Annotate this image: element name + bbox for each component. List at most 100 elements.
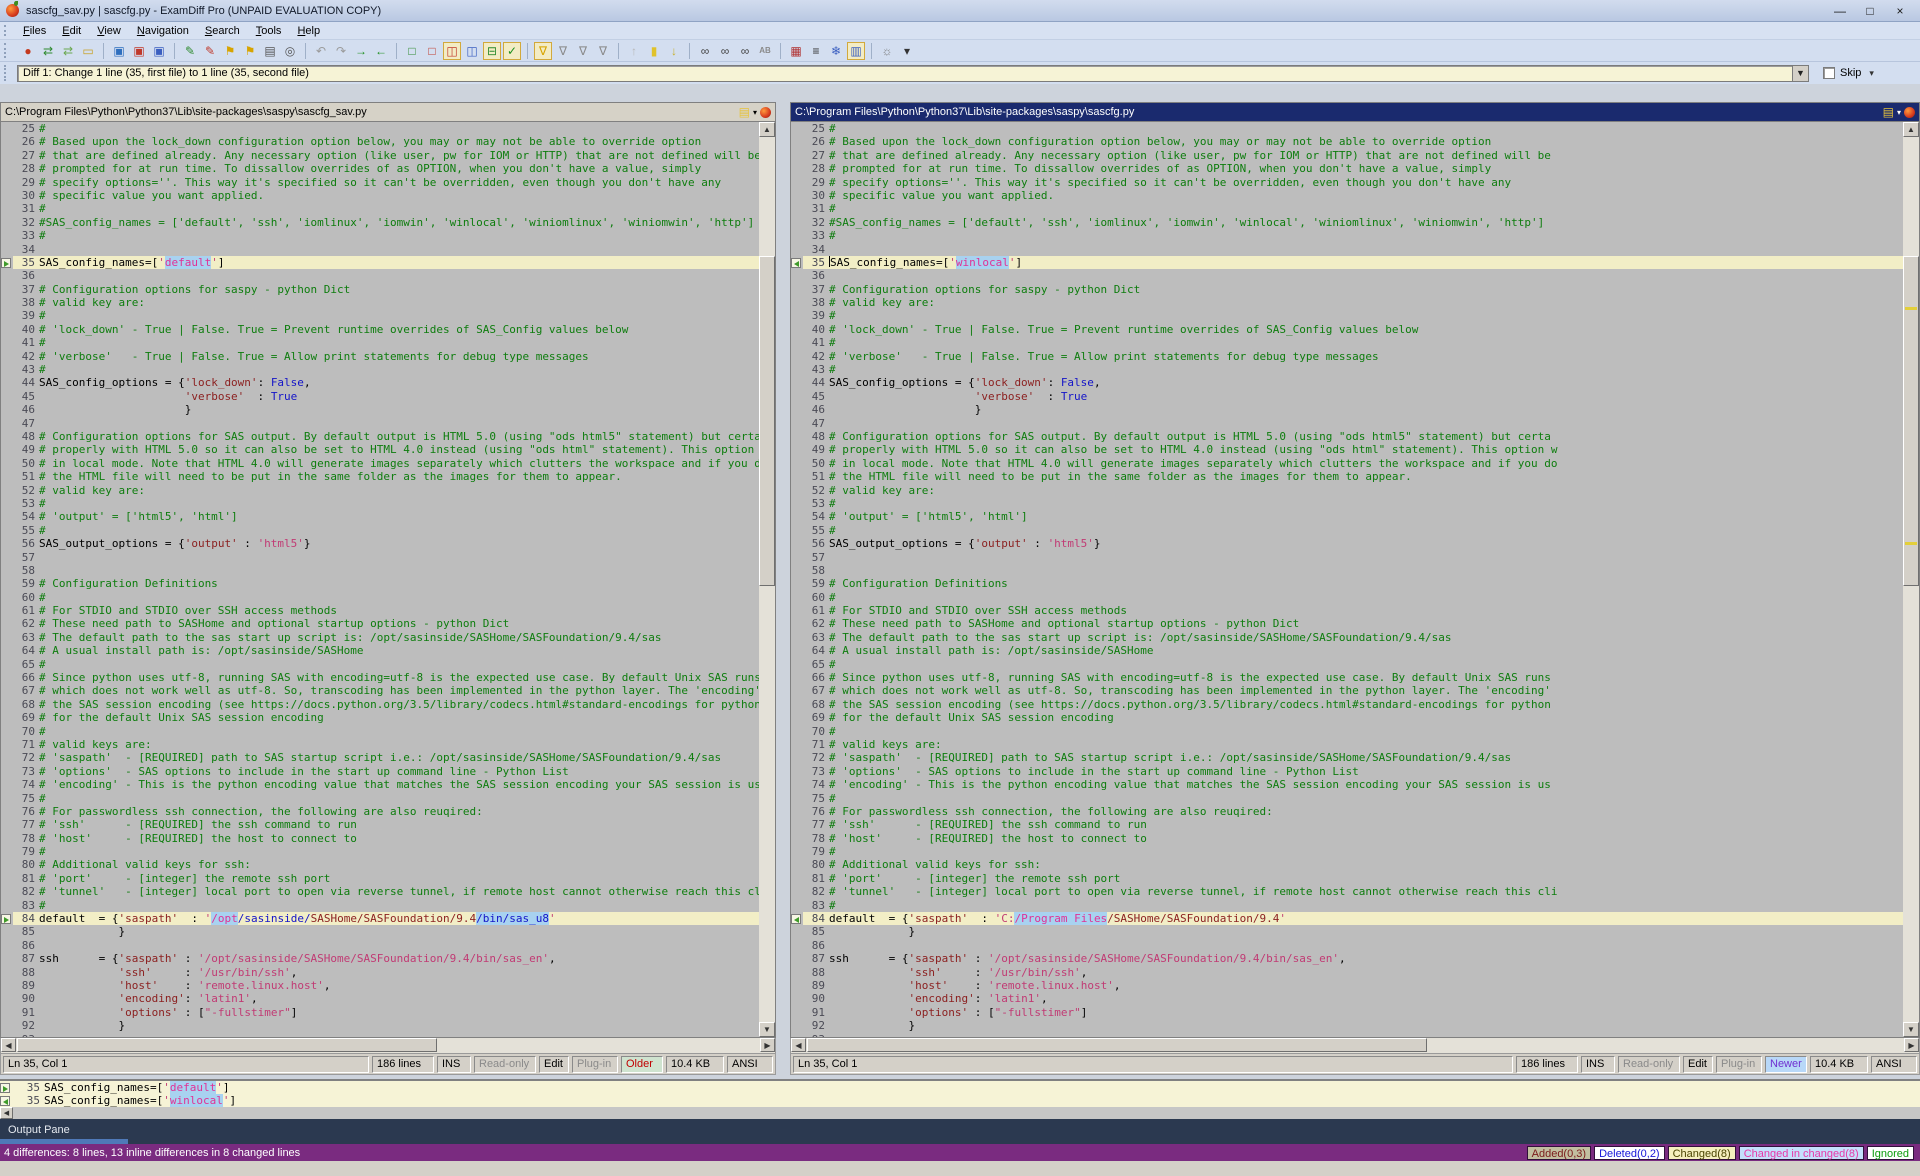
code-text[interactable]: # 'port' - [integer] the remote ssh port [829, 872, 1903, 885]
code-text[interactable]: # These need path to SASHome and optiona… [829, 617, 1903, 630]
code-line[interactable]: 71# valid keys are: [1, 738, 759, 751]
code-line[interactable]: 82# 'tunnel' - [integer] local port to o… [1, 885, 759, 898]
menu-grip[interactable] [4, 25, 11, 37]
code-text[interactable]: # [829, 309, 1903, 322]
code-line[interactable]: 75# [791, 792, 1903, 805]
code-line[interactable]: 57 [791, 551, 1903, 564]
code-text[interactable] [829, 564, 1903, 577]
code-text[interactable]: # the SAS session encoding (see https://… [829, 698, 1903, 711]
code-line[interactable]: 54# 'output' = ['html5', 'html'] [1, 510, 759, 523]
code-text[interactable]: # A usual install path is: /opt/sasinsid… [39, 644, 759, 657]
code-line[interactable]: 33# [1, 229, 759, 242]
code-text[interactable]: #SAS_config_names = ['default', 'ssh', '… [39, 216, 759, 229]
code-text[interactable]: # [829, 202, 1903, 215]
code-text[interactable]: # 'tunnel' - [integer] local port to ope… [829, 885, 1903, 898]
code-text[interactable]: SAS_config_names=['default'] [39, 256, 759, 269]
panes-layout-icon[interactable]: ▥ [847, 42, 865, 60]
code-line[interactable]: 31# [1, 202, 759, 215]
code-text[interactable]: # Additional valid keys for ssh: [39, 858, 759, 871]
code-line[interactable]: 39# [791, 309, 1903, 322]
code-line[interactable]: 70# [1, 725, 759, 738]
code-text[interactable]: SAS_output_options = {'output' : 'html5'… [829, 537, 1903, 550]
code-text[interactable]: 'host' : 'remote.linux.host', [829, 979, 1903, 992]
code-text[interactable]: # A usual install path is: /opt/sasinsid… [829, 644, 1903, 657]
code-text[interactable]: # the HTML file will need to be put in t… [829, 470, 1903, 483]
first-file-editor[interactable]: 25#26# Based upon the lock_down configur… [0, 122, 776, 1038]
code-line[interactable]: 69# for the default Unix SAS session enc… [1, 711, 759, 724]
code-line[interactable]: 84default = {'saspath' : '/opt/sasinside… [1, 912, 759, 925]
file-options-icon[interactable]: ▤ [739, 105, 750, 119]
save-second-icon[interactable]: ▣ [130, 42, 148, 60]
code-text[interactable] [829, 939, 1903, 952]
code-text[interactable]: # [39, 591, 759, 604]
code-line[interactable]: 71# valid keys are: [791, 738, 1903, 751]
code-text[interactable]: # which does not work well as utf-8. So,… [829, 684, 1903, 697]
code-line[interactable]: 90 'encoding': 'latin1', [791, 992, 1903, 1005]
scroll-down-icon[interactable]: ▼ [1903, 1022, 1919, 1037]
code-text[interactable]: # properly with HTML 5.0 so it can also … [39, 443, 759, 456]
diffbar-grip[interactable] [4, 65, 11, 80]
code-line[interactable]: 37# Configuration options for saspy - py… [791, 283, 1903, 296]
scroll-up-icon[interactable]: ▲ [1903, 122, 1919, 137]
code-text[interactable]: # [39, 725, 759, 738]
code-line[interactable]: 85 } [791, 925, 1903, 938]
code-text[interactable]: # 'options' - SAS options to include in … [829, 765, 1903, 778]
code-line[interactable]: 72# 'saspath' - [REQUIRED] path to SAS s… [791, 751, 1903, 764]
code-text[interactable]: default = {'saspath' : '/opt/sasinside/S… [39, 912, 759, 925]
code-line[interactable]: 70# [791, 725, 1903, 738]
code-line[interactable]: 39# [1, 309, 759, 322]
code-text[interactable]: # in local mode. Note that HTML 4.0 will… [39, 457, 759, 470]
code-line[interactable]: 80# Additional valid keys for ssh: [1, 858, 759, 871]
code-text[interactable]: 'encoding': 'latin1', [39, 992, 759, 1005]
first-vertical-scrollbar[interactable]: ▲ ▼ [759, 122, 775, 1037]
code-line[interactable]: 66# Since python uses utf-8, running SAS… [1, 671, 759, 684]
code-line[interactable]: 80# Additional valid keys for ssh: [791, 858, 1903, 871]
code-text[interactable]: # 'output' = ['html5', 'html'] [39, 510, 759, 523]
code-line[interactable]: 87ssh = {'saspath' : '/opt/sasinside/SAS… [791, 952, 1903, 965]
code-line[interactable]: 55# [791, 524, 1903, 537]
toolbar-grip[interactable] [4, 43, 11, 58]
edit-first-icon[interactable]: ✎ [181, 42, 199, 60]
code-line[interactable]: 32#SAS_config_names = ['default', 'ssh',… [791, 216, 1903, 229]
diff-line-row[interactable]: 35SAS_config_names=['default'] [0, 1081, 1920, 1094]
file-options-dropdown-icon[interactable]: ▾ [1897, 108, 1901, 117]
copy-up-icon[interactable]: ↑ [625, 42, 643, 60]
code-text[interactable]: SAS_config_options = {'lock_down': False… [39, 376, 759, 389]
code-text[interactable]: # [39, 792, 759, 805]
code-text[interactable]: 'options' : ["-fullstimer"] [39, 1006, 759, 1019]
filter-lines-icon[interactable]: ∇ [554, 42, 572, 60]
code-text[interactable]: # [39, 497, 759, 510]
code-text[interactable]: 'verbose' : True [829, 390, 1903, 403]
scroll-up-icon[interactable]: ▲ [759, 122, 775, 137]
code-line[interactable]: 73# 'options' - SAS options to include i… [1, 765, 759, 778]
menu-item-view[interactable]: View [89, 24, 129, 38]
code-line[interactable]: 28# prompted for at run time. To dissall… [1, 162, 759, 175]
code-text[interactable]: # for the default Unix SAS session encod… [39, 711, 759, 724]
code-line[interactable]: 78# 'host' - [REQUIRED] the host to conn… [1, 832, 759, 845]
code-line[interactable]: 44SAS_config_options = {'lock_down': Fal… [791, 376, 1903, 389]
swap-panes-icon[interactable]: ⇄ [59, 42, 77, 60]
code-text[interactable]: # 'saspath' - [REQUIRED] path to SAS sta… [39, 751, 759, 764]
code-text[interactable]: # [39, 229, 759, 242]
code-line[interactable]: 85 } [1, 925, 759, 938]
code-line[interactable]: 64# A usual install path is: /opt/sasins… [791, 644, 1903, 657]
code-line[interactable]: 84default = {'saspath' : 'C:/Program Fil… [791, 912, 1903, 925]
code-line[interactable]: 77# 'ssh' - [REQUIRED] the ssh command t… [1, 818, 759, 831]
code-line[interactable]: 60# [791, 591, 1903, 604]
show-differences-icon[interactable]: □ [423, 42, 441, 60]
code-text[interactable]: # Configuration options for saspy - pyth… [39, 283, 759, 296]
flag-first-icon[interactable]: ⚑ [221, 42, 239, 60]
code-text[interactable]: # Configuration options for SAS output. … [829, 430, 1903, 443]
code-text[interactable]: # [829, 497, 1903, 510]
code-text[interactable]: # Since python uses utf-8, running SAS w… [829, 671, 1903, 684]
edit-second-icon[interactable]: ✎ [201, 42, 219, 60]
merge-icon[interactable]: ⊟ [483, 42, 501, 60]
code-line[interactable]: 62# These need path to SASHome and optio… [1, 617, 759, 630]
code-line[interactable]: 25# [791, 122, 1903, 135]
code-text[interactable] [39, 243, 759, 256]
code-text[interactable]: # Configuration Definitions [829, 577, 1903, 590]
scroll-thumb[interactable] [807, 1038, 1427, 1052]
code-text[interactable]: # Configuration options for SAS output. … [39, 430, 759, 443]
menu-item-tools[interactable]: Tools [248, 24, 290, 38]
code-line[interactable]: 34 [791, 243, 1903, 256]
